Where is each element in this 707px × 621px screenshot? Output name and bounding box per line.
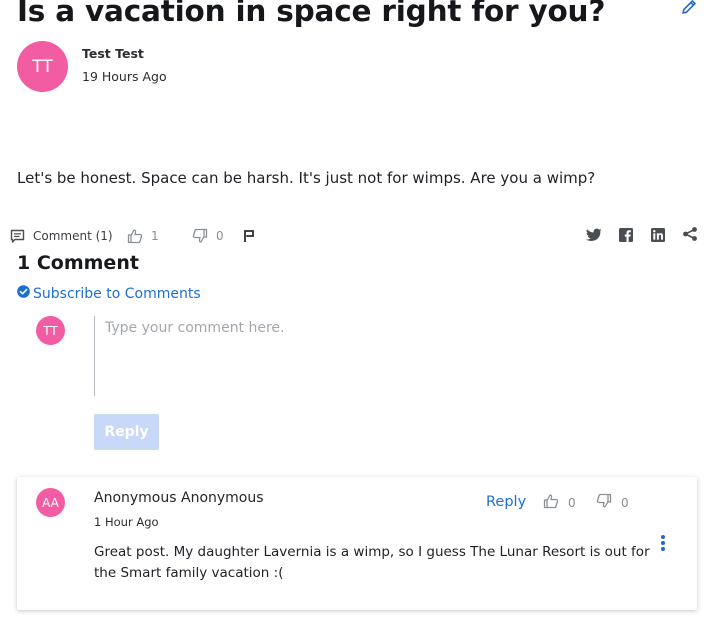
thumbs-up-icon	[127, 228, 143, 244]
share-linkedin-button[interactable]	[651, 226, 665, 246]
kebab-menu-icon[interactable]	[659, 535, 667, 553]
comment-like-count: 0	[568, 495, 576, 510]
author-name[interactable]: Test Test	[82, 46, 144, 61]
dislike-button[interactable]: 0	[192, 226, 224, 246]
commenter-name[interactable]: Anonymous Anonymous	[94, 490, 264, 506]
check-circle-icon	[17, 285, 30, 302]
thumbs-up-icon	[543, 493, 559, 512]
dislike-count: 0	[216, 229, 224, 243]
comment-count-label: Comment (1)	[33, 229, 113, 243]
share-button[interactable]	[682, 226, 698, 246]
composer-avatar: TT	[36, 316, 65, 345]
flag-icon	[243, 229, 255, 243]
post-timestamp: 19 Hours Ago	[82, 69, 167, 84]
comment-input[interactable]	[94, 316, 697, 396]
reply-button[interactable]: Reply	[94, 414, 159, 450]
twitter-icon	[586, 227, 602, 246]
comment-card: AA Anonymous Anonymous 1 Hour Ago Reply …	[17, 477, 697, 610]
thumbs-down-icon	[596, 493, 612, 512]
comment-icon	[10, 229, 25, 244]
comments-heading: 1 Comment	[17, 252, 139, 274]
comment-reply-link[interactable]: Reply	[486, 494, 526, 510]
commenter-avatar[interactable]: AA	[36, 488, 65, 517]
subscribe-label: Subscribe to Comments	[33, 285, 201, 302]
subscribe-to-comments-link[interactable]: Subscribe to Comments	[17, 285, 201, 302]
facebook-icon	[619, 227, 633, 246]
share-twitter-button[interactable]	[586, 226, 602, 246]
comment-like-button[interactable]: 0	[543, 493, 576, 512]
post-title: Is a vacation in space right for you?	[17, 0, 606, 28]
author-avatar[interactable]: TT	[17, 41, 68, 92]
flag-button[interactable]	[243, 226, 255, 246]
comment-text: Great post. My daughter Lavernia is a wi…	[94, 544, 650, 581]
comment-timestamp: 1 Hour Ago	[94, 515, 159, 529]
share-icon	[682, 226, 698, 246]
comment-dislike-button[interactable]: 0	[596, 493, 629, 512]
edit-icon[interactable]	[680, 0, 698, 16]
comment-button[interactable]: Comment (1)	[10, 226, 113, 246]
thumbs-down-icon	[192, 228, 208, 244]
like-button[interactable]: 1	[127, 226, 159, 246]
share-facebook-button[interactable]	[619, 226, 633, 246]
post-body: Let's be honest. Space can be harsh. It'…	[17, 169, 596, 187]
linkedin-icon	[651, 227, 665, 246]
like-count: 1	[151, 229, 159, 243]
post-action-bar: Comment (1) 1 0	[10, 226, 700, 246]
comment-dislike-count: 0	[621, 495, 629, 510]
